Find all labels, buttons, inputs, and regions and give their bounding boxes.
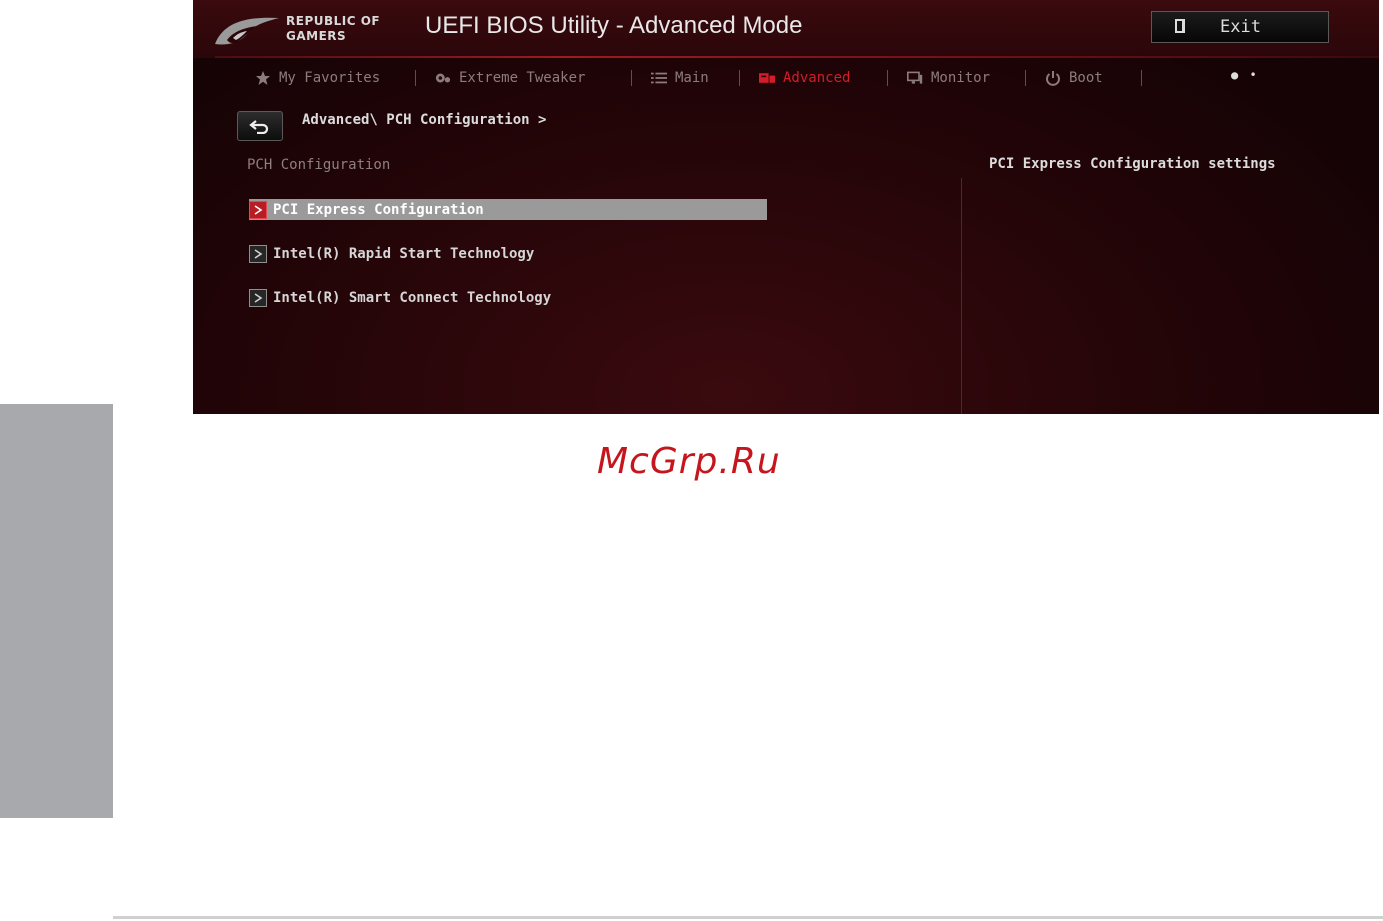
power-icon — [1045, 70, 1061, 86]
nav-separator — [631, 70, 632, 86]
page-indicator[interactable]: ● • — [1231, 68, 1259, 82]
help-text: PCI Express Configuration settings — [989, 156, 1276, 172]
exit-label: Exit — [1220, 17, 1261, 37]
side-tab — [0, 404, 113, 818]
monitor-icon — [907, 70, 923, 86]
help-panel-divider — [961, 178, 962, 414]
tab-main[interactable]: Main — [651, 63, 709, 93]
menu-item-intel-smart-connect-technology[interactable]: Intel(R) Smart Connect Technology — [249, 287, 767, 308]
submenu-arrow-icon — [249, 200, 267, 219]
tweaker-icon — [435, 70, 451, 86]
star-icon — [255, 70, 271, 86]
menu-item-label: Intel(R) Rapid Start Technology — [273, 245, 535, 262]
submenu-arrow-icon — [249, 288, 267, 307]
menu-item-label: Intel(R) Smart Connect Technology — [273, 289, 552, 306]
bottom-rule — [113, 916, 1383, 919]
tab-label: Extreme Tweaker — [459, 70, 586, 86]
tab-extreme-tweaker[interactable]: Extreme Tweaker — [435, 63, 585, 93]
tab-boot[interactable]: Boot — [1045, 63, 1103, 93]
back-button[interactable] — [237, 111, 283, 141]
nav-separator — [887, 70, 888, 86]
tab-advanced[interactable]: Advanced — [759, 63, 850, 93]
tab-label: Main — [675, 70, 709, 86]
advanced-icon — [759, 70, 775, 86]
tab-monitor[interactable]: Monitor — [907, 63, 990, 93]
tab-label: Monitor — [931, 70, 991, 86]
bios-window: REPUBLIC OF GAMERS UEFI BIOS Utility - A… — [193, 0, 1379, 414]
tab-my-favorites[interactable]: My Favorites — [255, 63, 380, 93]
header-bar: REPUBLIC OF GAMERS UEFI BIOS Utility - A… — [193, 0, 1379, 58]
exit-button[interactable]: Exit — [1151, 11, 1329, 43]
brand-line-2: GAMERS — [286, 29, 347, 43]
submenu-arrow-icon — [249, 244, 267, 263]
app-title: UEFI BIOS Utility - Advanced Mode — [425, 12, 803, 39]
watermark: McGrp.Ru — [597, 441, 781, 482]
nav-separator — [1025, 70, 1026, 86]
menu-item-intel-rapid-start-technology[interactable]: Intel(R) Rapid Start Technology — [249, 243, 767, 264]
back-arrow-icon — [249, 120, 269, 134]
brand-line-1: REPUBLIC OF — [286, 14, 381, 28]
list-icon — [651, 70, 667, 86]
header-divider — [215, 56, 1379, 58]
main-nav: My Favorites Extreme Tweaker Main Advanc… — [255, 63, 1285, 93]
exit-icon — [1175, 19, 1185, 33]
section-title: PCH Configuration — [247, 157, 391, 173]
nav-separator — [739, 70, 740, 86]
menu-item-label: PCI Express Configuration — [273, 201, 484, 218]
rog-logo-icon — [215, 17, 279, 45]
tab-label: Advanced — [783, 70, 851, 86]
nav-separator — [1141, 70, 1142, 86]
nav-separator — [415, 70, 416, 86]
brand-text: REPUBLIC OF GAMERS — [286, 14, 411, 44]
menu-item-pci-express-configuration[interactable]: PCI Express Configuration — [249, 199, 767, 220]
tab-label: Boot — [1069, 70, 1103, 86]
tab-label: My Favorites — [279, 70, 381, 86]
breadcrumb: Advanced\ PCH Configuration > — [302, 112, 547, 128]
